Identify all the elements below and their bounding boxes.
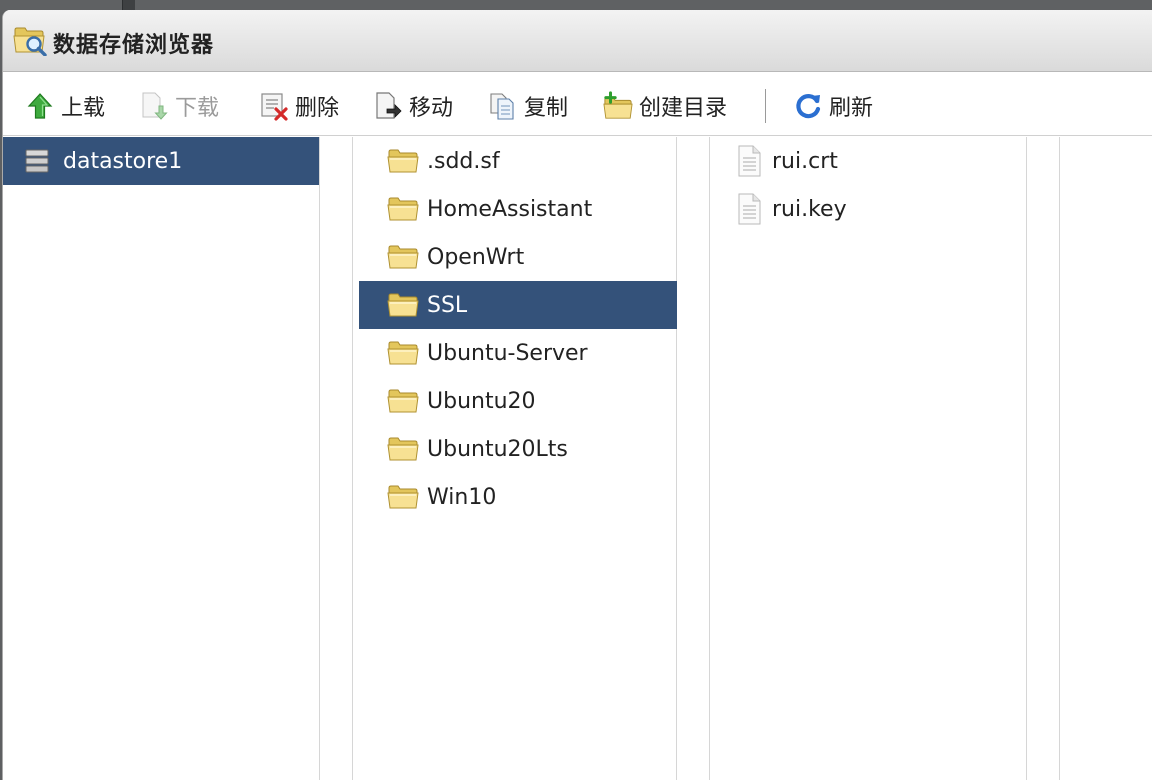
title-bar[interactable]: 数据存储浏览器 [3, 10, 1152, 72]
folder-item-selected[interactable]: SSL [359, 281, 677, 329]
folder-item[interactable]: Ubuntu20Lts [359, 425, 677, 473]
move-label: 移动 [409, 96, 454, 121]
folder-item-label: Ubuntu-Server [427, 340, 588, 366]
folder-item[interactable]: OpenWrt [359, 233, 677, 281]
folder-item[interactable]: .sdd.sf [359, 137, 677, 185]
new-folder-icon [603, 91, 633, 119]
folder-item[interactable]: HomeAssistant [359, 185, 677, 233]
refresh-button[interactable]: 刷新 [793, 90, 873, 122]
datastore-item-label: datastore1 [63, 148, 183, 174]
datastore-icon [25, 149, 49, 173]
folder-item[interactable]: Ubuntu-Server [359, 329, 677, 377]
upload-button[interactable]: 上载 [25, 90, 105, 122]
file-item-label: rui.crt [772, 148, 838, 174]
folder-icon [387, 148, 419, 174]
folder-item-label: Win10 [427, 484, 497, 510]
refresh-icon [796, 94, 821, 119]
datastore-browser-window: 数据存储浏览器 上载 下载 删除 移动 复制 创建目录 刷新 datastore… [2, 10, 1152, 780]
folder-item-label: SSL [427, 292, 468, 318]
window-title: 数据存储浏览器 [53, 33, 215, 58]
folder-icon [387, 244, 419, 270]
folder-icon [387, 436, 419, 462]
folder-icon [387, 340, 419, 366]
pane-spacer [677, 137, 710, 780]
delete-label: 删除 [295, 96, 340, 121]
upload-label: 上载 [61, 96, 106, 121]
refresh-label: 刷新 [829, 96, 874, 121]
copy-label: 复制 [524, 96, 569, 121]
folder-icon [387, 484, 419, 510]
folder-icon [387, 292, 419, 318]
download-label: 下载 [175, 96, 220, 121]
download-icon [142, 92, 168, 120]
pane-spacer [320, 137, 353, 780]
toolbar-separator [765, 89, 766, 123]
folder-icon [387, 196, 419, 222]
move-button[interactable]: 移动 [373, 90, 453, 122]
datastore-item[interactable]: datastore1 [3, 137, 319, 185]
file-icon [736, 193, 762, 225]
pane-spacer [1027, 137, 1060, 780]
download-button[interactable]: 下载 [139, 90, 219, 122]
folder-item-label: OpenWrt [427, 244, 525, 270]
folder-item[interactable]: Ubuntu20 [359, 377, 677, 425]
move-icon [376, 92, 402, 119]
file-item[interactable]: rui.key [710, 185, 1026, 233]
folder-item-label: Ubuntu20 [427, 388, 536, 414]
datastore-browser-icon [13, 27, 47, 56]
create-directory-label: 创建目录 [639, 96, 728, 121]
delete-button[interactable]: 删除 [259, 90, 339, 122]
copy-button[interactable]: 复制 [488, 90, 568, 122]
create-directory-button[interactable]: 创建目录 [603, 90, 727, 122]
folder-icon [387, 388, 419, 414]
folder-item-label: .sdd.sf [427, 148, 500, 174]
toolbar: 上载 下载 删除 移动 复制 创建目录 刷新 [3, 73, 1152, 136]
folder-item-label: HomeAssistant [427, 196, 593, 222]
file-item-label: rui.key [772, 196, 847, 222]
folder-item-label: Ubuntu20Lts [427, 436, 568, 462]
folder-item[interactable]: Win10 [359, 473, 677, 521]
copy-icon [490, 93, 514, 120]
folder-list-pane: .sdd.sf HomeAssistant OpenWrt SSL Ubuntu… [353, 137, 677, 780]
datastore-list-pane: datastore1 [3, 137, 320, 780]
upload-arrow-icon [27, 93, 53, 119]
file-list-pane: rui.crt rui.key [710, 137, 1027, 780]
file-icon [736, 145, 762, 177]
delete-icon [261, 93, 288, 121]
file-item[interactable]: rui.crt [710, 137, 1026, 185]
